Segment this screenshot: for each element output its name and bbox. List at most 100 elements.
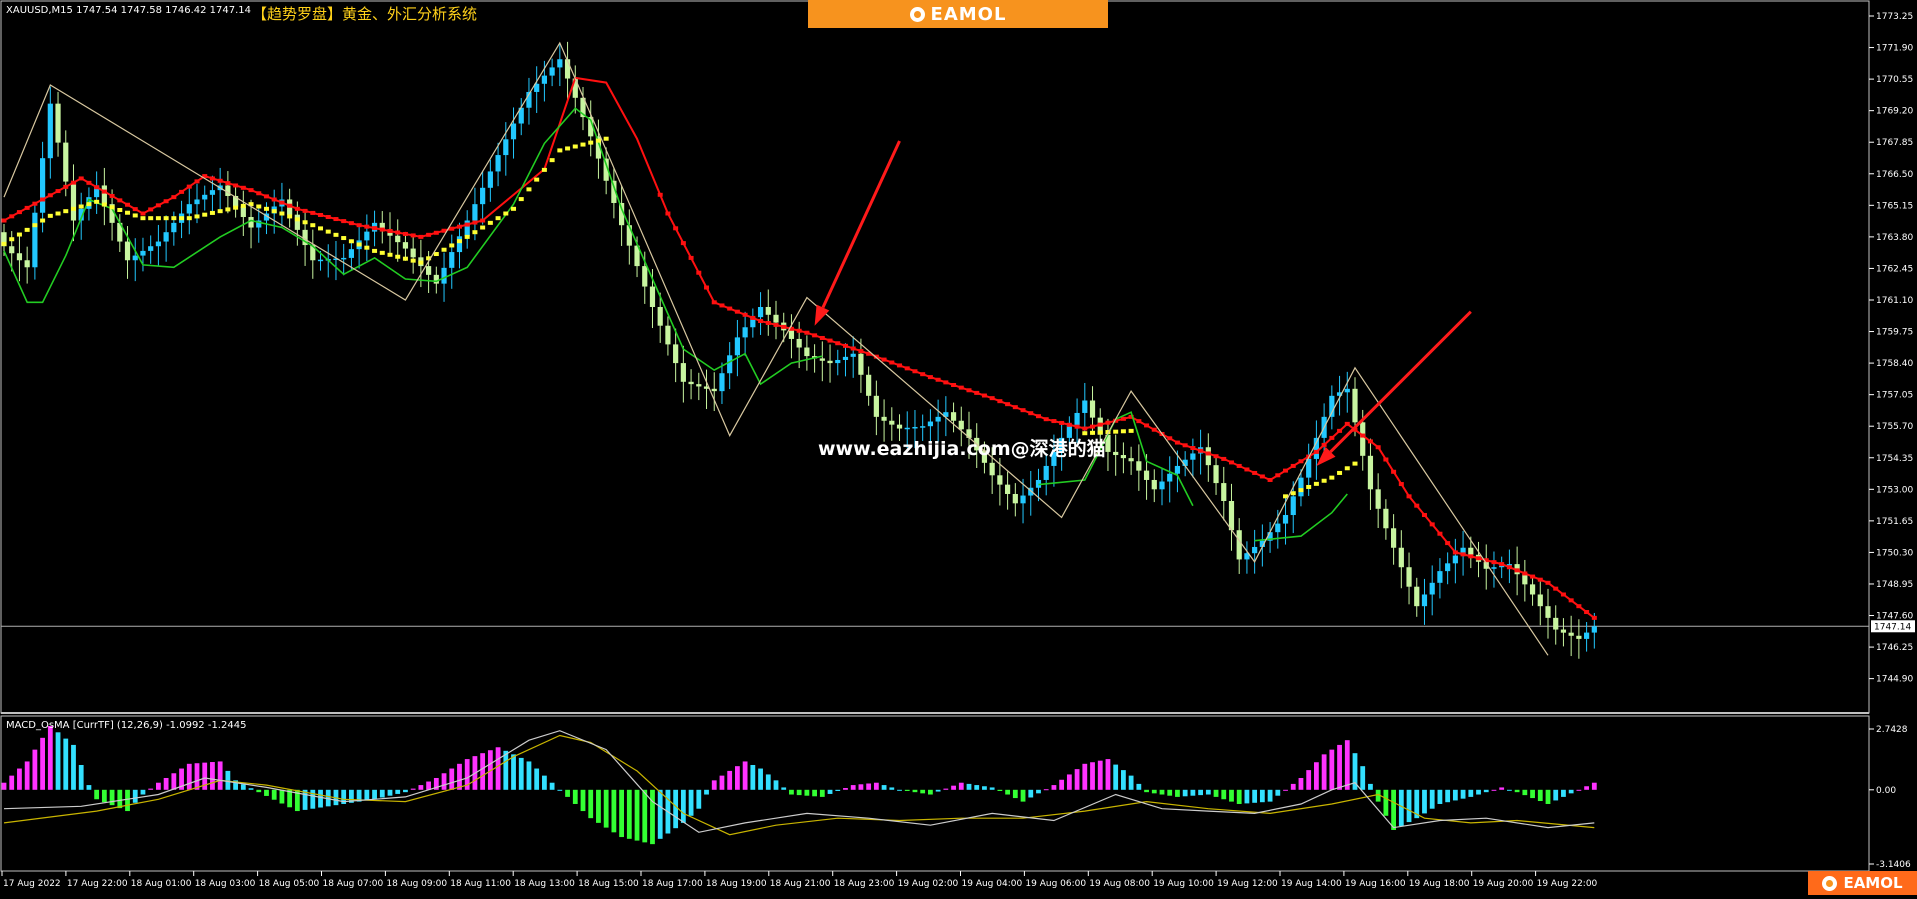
red-block [1460,552,1466,557]
red-block [1568,598,1574,603]
red-block [966,388,972,393]
candle-body [1143,470,1150,480]
price-tick-label: 1769.20 [1876,107,1913,117]
macd-bar [835,789,841,791]
time-tick-label: 18 Aug 19:00 [706,879,767,889]
macd-bar [1561,789,1566,797]
price-tick-label: 1744.90 [1876,675,1913,685]
macd-bar [1398,789,1404,827]
red-block [1406,494,1412,499]
yellow-block [101,202,107,207]
macd-bar [1437,789,1443,804]
macd-bar [1005,789,1010,795]
candle-body [881,416,887,421]
candle-body [1275,523,1281,533]
macd-bar [1275,789,1281,796]
red-block [920,372,926,377]
yellow-block [263,206,269,211]
red-block [1020,408,1026,413]
macd-bar [1136,783,1142,790]
macd-tick-label: -3.1406 [1876,860,1911,870]
macd-bar [395,789,401,794]
macd-bar [1190,789,1196,796]
macd-bar [449,768,455,790]
time-tick-label: 19 Aug 14:00 [1281,879,1342,889]
candle-body [1360,422,1366,456]
system-title: 【趋势罗盘】黄金、外汇分析系统 [252,5,478,23]
candle-body [1236,530,1242,560]
macd-bar [17,768,22,790]
price-tick-label: 1754.35 [1876,454,1913,464]
macd-bar [881,785,887,790]
red-block [1437,531,1443,536]
brand-banner[interactable]: EAMOL [808,0,1108,28]
candle-body [441,267,447,284]
candle-body [711,388,717,392]
candle-body [1120,455,1126,459]
red-block [1452,550,1458,555]
candle-body [341,257,347,260]
red-block [1182,443,1188,448]
candle-body [1445,563,1451,572]
macd-bar [634,789,640,841]
macd-bar [1012,789,1018,799]
price-tick-label: 1765.15 [1876,201,1913,211]
candle-body [873,395,879,417]
time-tick-label: 19 Aug 08:00 [1089,879,1150,889]
macd-bar [1568,789,1574,794]
yellow-block [233,205,239,210]
candle-body [163,232,169,242]
red-block [1537,577,1543,582]
candle-body [1468,547,1474,555]
macd-bar [194,763,200,790]
red-block [171,195,177,200]
red-block [271,197,277,202]
candle-body [1429,582,1435,595]
macd-bar [526,761,532,790]
time-tick-label: 19 Aug 18:00 [1409,879,1470,889]
red-block [1499,562,1505,567]
yellow-block [256,204,262,209]
macd-bar [765,774,771,790]
macd-bar [1074,769,1080,790]
red-block [418,234,424,239]
macd-bar [1545,789,1551,804]
corner-brand[interactable]: EAMOL [1808,871,1917,895]
red-block [904,366,910,371]
macd-bar [688,789,694,816]
candle-body [24,260,30,268]
yellow-block [464,234,470,239]
candle-body [541,75,547,84]
red-block [1120,416,1126,421]
macd-bar [1244,789,1250,804]
red-block [1429,522,1435,527]
red-block [356,223,362,228]
red-block [1059,420,1065,425]
yellow-block [549,158,555,163]
corner-brand-logo-icon [1822,875,1838,891]
candle-body [842,356,849,360]
macd-bar [1028,789,1034,798]
yellow-block [565,146,571,151]
red-block [402,231,408,236]
candle-body [642,266,648,287]
candle-body [696,384,702,387]
candle-body [132,255,138,261]
yellow-block [1313,481,1319,486]
red-block [1298,459,1304,464]
yellow-block [171,216,177,221]
red-block [1584,610,1590,615]
red-block [1283,468,1289,473]
macd-bar [24,761,30,790]
yellow-block [1113,429,1119,434]
red-block [310,210,316,215]
current-price-label: 1747.14 [1874,622,1911,632]
macd-bar [1329,749,1335,790]
red-block [372,226,378,231]
price-tick-label: 1753.00 [1876,485,1913,495]
macd-bar [1267,789,1273,802]
macd-bar [603,789,609,828]
macd-bar [711,780,717,790]
red-block [325,215,331,220]
macd-bar [1314,762,1319,790]
